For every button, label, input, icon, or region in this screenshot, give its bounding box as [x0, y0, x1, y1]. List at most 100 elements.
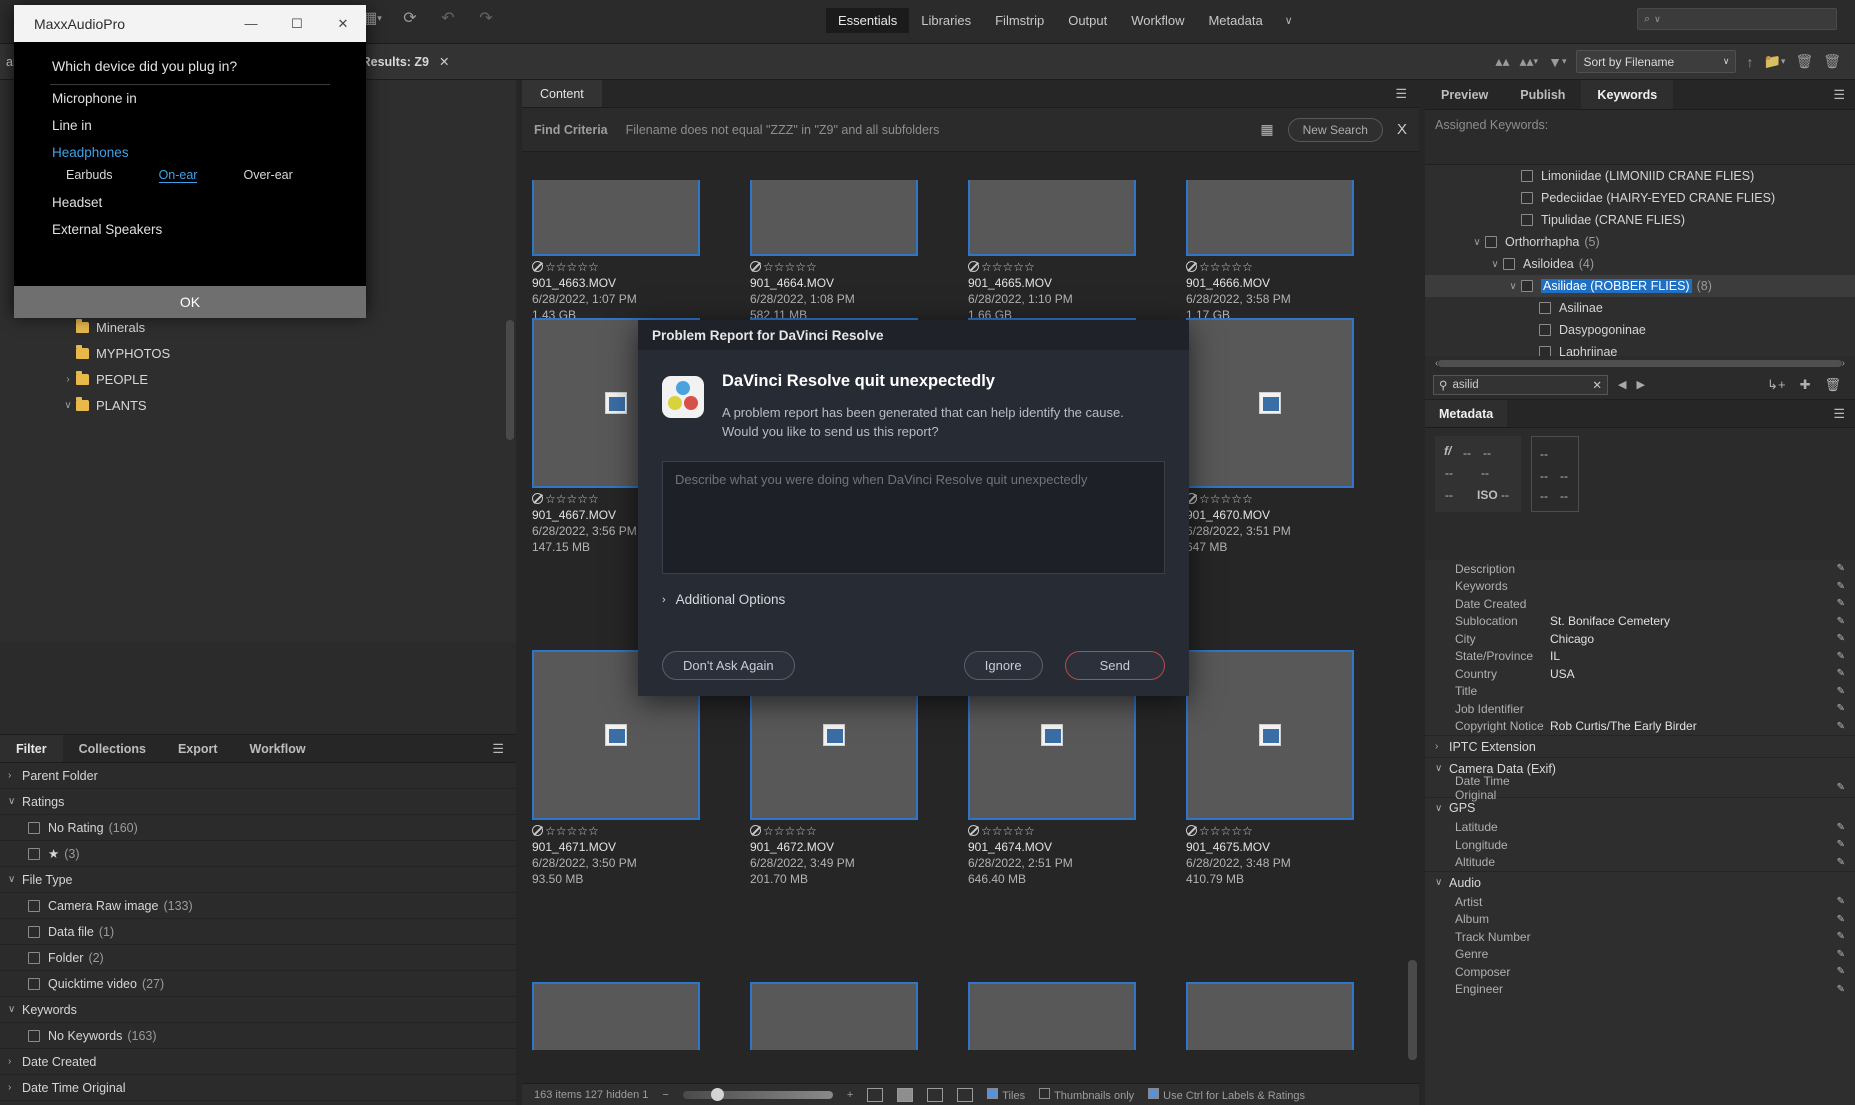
metadata-row[interactable]: Copyright Notice Rob Curtis/The Early Bir… — [1425, 718, 1855, 736]
edit-pencil-icon[interactable]: ✎ — [1837, 914, 1845, 925]
rating-stars[interactable]: ☆☆☆☆☆ — [750, 823, 918, 839]
filter-checkbox[interactable] — [28, 951, 40, 964]
filter-item[interactable]: Data file (1) — [0, 919, 516, 945]
thumbnail-cell[interactable]: ☆☆☆☆☆ 901_4663.MOV 6/28/2022, 1:07 PM 1.43 … — [532, 180, 700, 323]
edit-pencil-icon[interactable]: ✎ — [1837, 839, 1845, 850]
workspace-tab-essentials[interactable]: Essentials — [826, 8, 910, 33]
edit-pencil-icon[interactable]: ✎ — [1837, 966, 1845, 977]
rating-stars[interactable]: ☆☆☆☆☆ — [968, 823, 1136, 839]
tree-twisty-icon[interactable]: ∨ — [60, 400, 76, 411]
edit-pencil-icon[interactable]: ✎ — [1837, 949, 1845, 960]
thumbnail-cell[interactable] — [532, 982, 700, 1050]
filter-checkbox[interactable] — [28, 847, 40, 860]
headphone-option-earbuds[interactable]: Earbuds — [66, 168, 113, 183]
new-search-button[interactable]: New Search — [1287, 117, 1383, 142]
metadata-row[interactable]: Latitude ✎ — [1425, 819, 1855, 837]
filter-item[interactable]: Folder (2) — [0, 945, 516, 971]
chevron-icon[interactable]: › — [8, 1056, 22, 1067]
metadata-value[interactable]: Rob Curtis/The Early Birder — [1550, 719, 1697, 733]
thumbnail-image[interactable] — [750, 982, 918, 1050]
tree-item[interactable]: › PEOPLE — [0, 366, 516, 392]
tab-workflow[interactable]: Workflow — [234, 735, 322, 762]
thumbnail-cell[interactable]: ☆☆☆☆☆ 901_4665.MOV 6/28/2022, 1:10 PM 1.66 … — [968, 180, 1136, 323]
workspace-more-icon[interactable]: ∨ — [1275, 9, 1303, 32]
delete-icon[interactable]: 🗑 — [1795, 53, 1813, 70]
metadata-group[interactable]: ∨ Audio — [1425, 871, 1855, 893]
keyword-row[interactable]: Limoniidae (LIMONIID CRANE FLIES) — [1425, 165, 1855, 187]
thumbnail-image[interactable] — [1186, 650, 1354, 820]
rating-stars[interactable]: ☆☆☆☆☆ — [750, 259, 918, 275]
thumbnail-image[interactable] — [750, 180, 918, 256]
edit-pencil-icon[interactable]: ✎ — [1837, 931, 1845, 942]
checkbox-use-ctrl[interactable] — [1148, 1087, 1160, 1099]
view-grid-icon[interactable] — [867, 1087, 884, 1102]
metadata-row[interactable]: Date Created ✎ — [1425, 595, 1855, 613]
chevron-icon[interactable]: ∨ — [1435, 803, 1449, 814]
keyword-twisty-icon[interactable]: ∨ — [1505, 281, 1521, 292]
thumbnail-image[interactable] — [968, 180, 1136, 256]
workspace-tab-workflow[interactable]: Workflow — [1119, 8, 1196, 33]
edit-pencil-icon[interactable]: ✎ — [1837, 633, 1845, 644]
metadata-row[interactable]: Altitude ✎ — [1425, 854, 1855, 872]
workspace-tab-filmstrip[interactable]: Filmstrip — [983, 8, 1056, 33]
thumbnail-image[interactable] — [1186, 318, 1354, 488]
minimize-button[interactable]: — — [228, 5, 274, 42]
thumbnail-cell[interactable]: ☆☆☆☆☆ 901_4670.MOV 6/28/2022, 3:51 PM 647 M… — [1186, 318, 1354, 555]
chevron-icon[interactable]: › — [1435, 741, 1449, 752]
metadata-row[interactable]: Title ✎ — [1425, 683, 1855, 701]
tree-twisty-icon[interactable]: › — [60, 374, 76, 385]
chevron-icon[interactable]: ∨ — [8, 1004, 22, 1015]
filter-group[interactable]: › Date Created — [0, 1049, 516, 1075]
keyword-tree-hscrollbar[interactable]: ‹ › — [1425, 356, 1855, 370]
workspace-tab-output[interactable]: Output — [1056, 8, 1119, 33]
keyword-checkbox[interactable] — [1521, 214, 1533, 226]
tab-filter[interactable]: Filter — [0, 735, 63, 762]
keyword-checkbox[interactable] — [1503, 258, 1515, 270]
slider-knob[interactable] — [710, 1087, 724, 1101]
close-search-icon[interactable]: ✕ — [439, 54, 449, 69]
workspace-tab-libraries[interactable]: Libraries — [909, 8, 983, 33]
zoom-in-button[interactable]: + — [847, 1089, 853, 1101]
checkbox-tiles[interactable] — [987, 1087, 999, 1099]
rating-stars[interactable]: ☆☆☆☆☆ — [1186, 823, 1354, 839]
headphone-option-on-ear[interactable]: On-ear — [158, 168, 198, 183]
chevron-icon[interactable]: ∨ — [1435, 877, 1449, 888]
sort-ascending-icon[interactable]: ↑ — [1746, 54, 1753, 70]
tab-export[interactable]: Export — [162, 735, 234, 762]
tree-item[interactable]: MYPHOTOS — [0, 340, 516, 366]
filter-item[interactable]: No Keywords (163) — [0, 1023, 516, 1049]
next-match-icon[interactable]: ▶ — [1636, 378, 1644, 391]
add-keyword-icon[interactable]: ✚ — [1800, 377, 1811, 393]
filter-group[interactable]: › Date Time Original — [0, 1075, 516, 1101]
rating-stars[interactable]: ☆☆☆☆☆ — [1186, 491, 1354, 507]
keyword-checkbox[interactable] — [1521, 280, 1533, 292]
edit-pencil-icon[interactable]: ✎ — [1837, 651, 1845, 662]
chevron-icon[interactable]: › — [8, 1082, 22, 1093]
keyword-row[interactable]: ∨ Orthorrhapha (5) — [1425, 231, 1855, 253]
metadata-row[interactable]: Date Time Original ✎ — [1425, 774, 1855, 802]
maximize-button[interactable]: ☐ — [274, 5, 320, 42]
option-tiles[interactable]: Tiles — [987, 1087, 1025, 1102]
metadata-row[interactable]: Artist ✎ — [1425, 893, 1855, 911]
tree-item[interactable]: ∨ PLANTS — [0, 392, 516, 418]
metadata-value[interactable]: IL — [1550, 649, 1560, 663]
rating-stars[interactable]: ☆☆☆☆☆ — [968, 259, 1136, 275]
refresh-icon[interactable]: ⟳ — [398, 6, 422, 30]
thumbnail-cell[interactable] — [968, 982, 1136, 1050]
chevron-icon[interactable]: ∨ — [8, 796, 22, 807]
metadata-row[interactable]: Job Identifier ✎ — [1425, 700, 1855, 718]
metadata-row[interactable]: State/Province IL ✎ — [1425, 648, 1855, 666]
thumbnail-image[interactable] — [1186, 180, 1354, 256]
thumbnail-image[interactable] — [532, 180, 700, 256]
metadata-row[interactable]: Longitude ✎ — [1425, 836, 1855, 854]
metadata-value[interactable]: St. Boniface Cemetery — [1550, 614, 1670, 628]
folder-tree-scrollbar[interactable] — [506, 320, 514, 440]
edit-pencil-icon[interactable]: ✎ — [1837, 984, 1845, 995]
keyword-row[interactable]: Pedeciidae (HAIRY-EYED CRANE FLIES) — [1425, 187, 1855, 209]
edit-pencil-icon[interactable]: ✎ — [1837, 563, 1845, 574]
edit-pencil-icon[interactable]: ✎ — [1837, 598, 1845, 609]
undo-icon[interactable]: ↶ — [436, 6, 460, 30]
chevron-icon[interactable]: ∨ — [8, 874, 22, 885]
assigned-keywords-area[interactable]: Assigned Keywords: — [1425, 110, 1855, 165]
option-use-ctrl[interactable]: Use Ctrl for Labels & Ratings — [1148, 1087, 1305, 1102]
